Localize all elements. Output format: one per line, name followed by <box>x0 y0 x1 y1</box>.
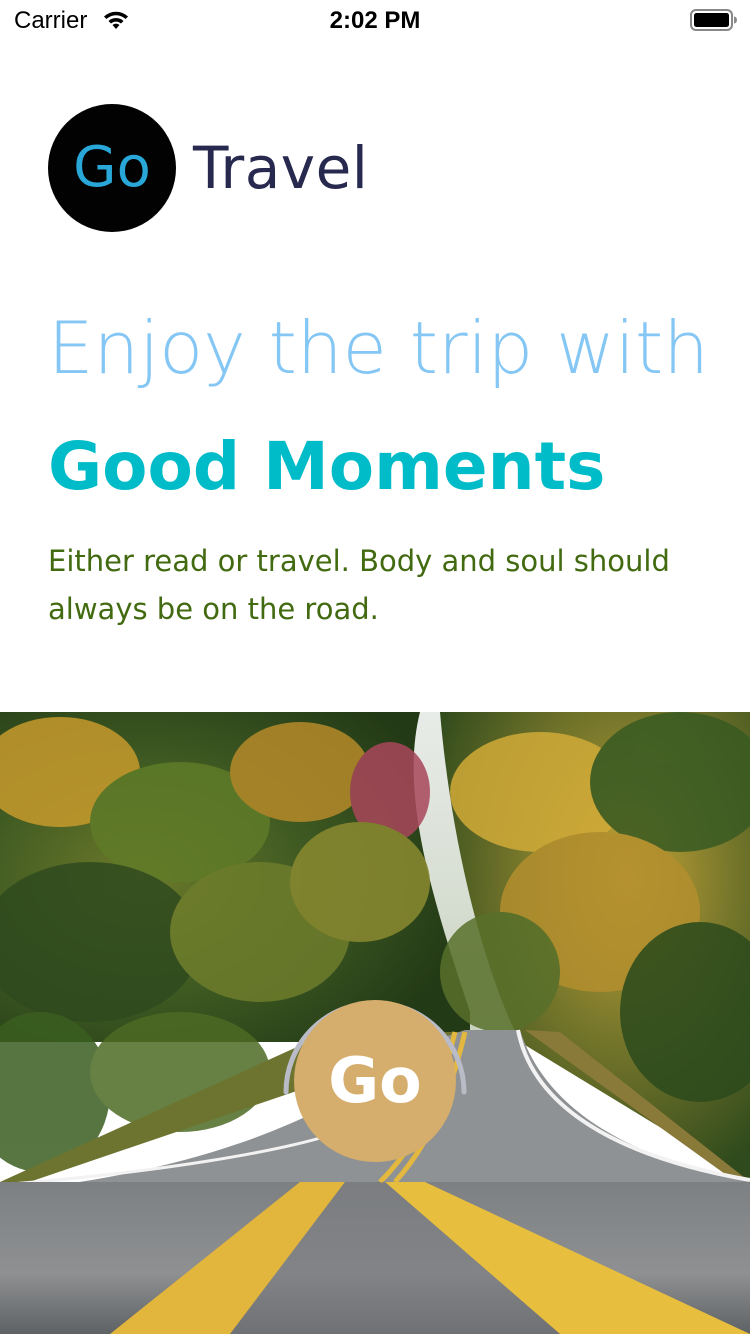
headline-good-moments: Good Moments <box>48 428 606 505</box>
brand-name: Travel <box>193 134 369 202</box>
brand-header: Go Travel <box>48 104 368 232</box>
go-button[interactable]: Go <box>294 1000 456 1162</box>
tagline: Either read or travel. Body and soul sho… <box>48 544 670 626</box>
logo-text: Go <box>73 135 151 200</box>
go-button-label: Go <box>328 1044 422 1117</box>
headline-enjoy: Enjoy the trip with <box>48 306 709 390</box>
status-time: 2:02 PM <box>329 7 421 34</box>
battery-icon <box>690 9 737 31</box>
go-logo: Go <box>48 104 176 232</box>
status-bar: Carrier 2:02 PM <box>0 0 750 40</box>
